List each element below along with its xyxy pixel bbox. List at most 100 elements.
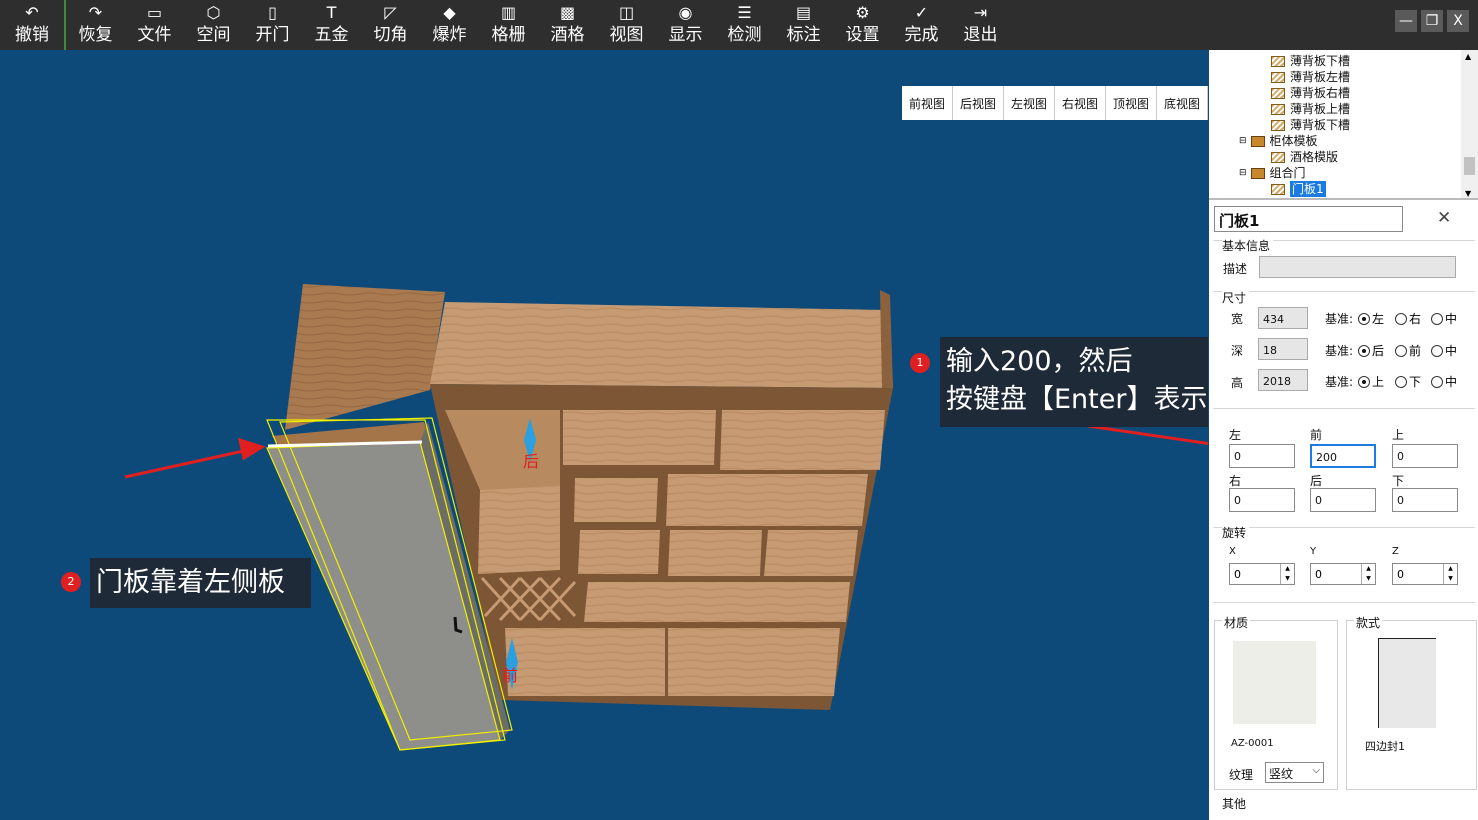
hardware-button[interactable]: T 五金 <box>302 0 361 50</box>
finish-button[interactable]: ✓ 完成 <box>892 0 951 50</box>
redo-label: 恢复 <box>78 25 113 45</box>
explode-button[interactable]: ◆ 爆炸 <box>420 0 479 50</box>
tree-item-folder[interactable]: ⊟ 柜体模板 <box>1239 133 1318 149</box>
close-icon[interactable]: ✕ <box>1437 208 1451 228</box>
tree-scrollbar[interactable]: ▲ ▼ <box>1461 50 1478 198</box>
tree-item-selected[interactable]: 门板1 <box>1271 181 1326 197</box>
offset-front-label: 前 <box>1310 428 1323 442</box>
undo-icon: ↶ <box>25 3 39 22</box>
width-field[interactable]: 434 <box>1258 307 1308 329</box>
rotate-z-field[interactable]: 0 ▲ ▼ <box>1392 563 1458 585</box>
spin-arrows-icon[interactable]: ▲ ▼ <box>1443 564 1457 584</box>
tree-item[interactable]: 薄背板下槽 <box>1271 53 1350 69</box>
exit-button[interactable]: ⇥ 退出 <box>951 0 1010 50</box>
open-door-label: 开门 <box>255 25 290 45</box>
minimize-button[interactable]: — <box>1395 10 1417 32</box>
depth-ref-back-radio[interactable]: 后 <box>1358 342 1384 359</box>
tree-item-label: 组合门 <box>1269 166 1306 180</box>
tree-item[interactable]: 薄背板左槽 <box>1271 69 1350 85</box>
depth-field[interactable]: 18 <box>1258 338 1308 360</box>
radio-icon <box>1431 344 1443 357</box>
tree-scroll-thumb[interactable] <box>1464 157 1475 175</box>
spin-arrows-icon[interactable]: ▲ ▼ <box>1361 564 1375 584</box>
chevron-down-icon: ⌵ <box>1312 765 1320 776</box>
check-button[interactable]: ☰ 检测 <box>715 0 774 50</box>
desc-field[interactable] <box>1259 256 1456 278</box>
width-ref-label: 基准: <box>1325 312 1354 326</box>
rotate-x-field[interactable]: 0 ▲ ▼ <box>1229 563 1295 585</box>
component-tree[interactable]: 薄背板下槽 薄背板左槽 薄背板右槽 薄背板上槽 薄背板下槽 ⊟ 柜体模板 酒格模版… <box>1209 50 1478 200</box>
offset-top-field[interactable]: 0 <box>1392 444 1458 468</box>
settings-button[interactable]: ⚙ 设置 <box>833 0 892 50</box>
wine-rack-icon: ▩ <box>559 3 576 22</box>
display-button[interactable]: ◉ 显示 <box>656 0 715 50</box>
close-window-button[interactable]: X <box>1447 10 1469 32</box>
hardware-icon: T <box>326 3 337 22</box>
height-field[interactable]: 2018 <box>1258 369 1308 391</box>
tree-item-folder[interactable]: ⊟ 组合门 <box>1239 165 1306 181</box>
scroll-down-icon[interactable]: ▼ <box>1465 189 1471 198</box>
depth-ref-front-radio[interactable]: 前 <box>1395 342 1421 359</box>
view-icon: ◫ <box>618 3 635 22</box>
height-label: 高 <box>1231 376 1244 390</box>
tree-item[interactable]: 薄背板上槽 <box>1271 101 1350 117</box>
instruction-callout-1: 输入200，然后 按键盘【Enter】表示确定 <box>940 337 1208 427</box>
wine-rack-label: 酒格 <box>550 25 585 45</box>
radio-label: 前 <box>1409 344 1422 358</box>
tree-item-label: 薄背板左槽 <box>1290 70 1351 84</box>
offset-left-label: 左 <box>1229 428 1242 442</box>
grille-button[interactable]: ▥ 格栅 <box>479 0 538 50</box>
tree-item[interactable]: 酒格模版 <box>1271 149 1338 165</box>
grille-icon: ▥ <box>500 3 517 22</box>
callout-2-text: 门板靠着左侧板 <box>96 567 285 598</box>
tree-item[interactable]: 薄背板右槽 <box>1271 85 1350 101</box>
offset-left-field[interactable]: 0 <box>1229 444 1295 468</box>
chamfer-button[interactable]: ◸ 切角 <box>361 0 420 50</box>
size-title: 尺寸 <box>1222 289 1250 306</box>
undo-button[interactable]: ↶ 撤销 <box>0 0 66 50</box>
texture-select[interactable]: 竖纹 ⌵ <box>1265 762 1324 783</box>
rotate-title: 旋转 <box>1222 524 1250 541</box>
offset-back-field[interactable]: 0 <box>1310 488 1376 512</box>
rotate-z-value: 0 <box>1397 568 1404 581</box>
texture-value: 竖纹 <box>1269 767 1294 781</box>
back-direction-label: 后 <box>523 452 540 471</box>
rotate-y-field[interactable]: 0 ▲ ▼ <box>1310 563 1376 585</box>
tree-item[interactable]: 薄背板下槽 <box>1271 117 1350 133</box>
view-button[interactable]: ◫ 视图 <box>597 0 656 50</box>
cabinet-model[interactable] <box>0 50 1208 820</box>
collapse-icon[interactable]: ⊟ <box>1239 165 1247 181</box>
restore-button[interactable]: ❐ <box>1421 10 1443 32</box>
redo-button[interactable]: ↷ 恢复 <box>66 0 125 50</box>
offset-right-field[interactable]: 0 <box>1229 488 1295 512</box>
offset-bottom-field[interactable]: 0 <box>1392 488 1458 512</box>
other-title: 其他 <box>1222 797 1247 811</box>
cabinet-cell <box>666 474 868 526</box>
annotate-button[interactable]: ▤ 标注 <box>774 0 833 50</box>
file-button[interactable]: ▭ 文件 <box>125 0 184 50</box>
hardware-label: 五金 <box>314 25 349 45</box>
offset-front-field[interactable]: 200 <box>1310 444 1376 468</box>
check-label: 检测 <box>727 25 762 45</box>
collapse-icon[interactable]: ⊟ <box>1239 133 1247 149</box>
material-swatch[interactable] <box>1233 641 1316 724</box>
3d-viewport[interactable]: 前视图 后视图 左视图 右视图 顶视图 底视图 后 前 1 输入200，然后 按… <box>0 50 1208 820</box>
height-ref-top-radio[interactable]: 上 <box>1358 373 1384 390</box>
height-ref-center-radio[interactable]: 中 <box>1431 373 1457 390</box>
component-name-field[interactable]: 门板1 <box>1214 206 1403 232</box>
width-ref-left-radio[interactable]: 左 <box>1358 310 1384 327</box>
cabinet-cell <box>720 410 885 470</box>
scroll-up-icon[interactable]: ▲ <box>1465 52 1471 61</box>
wine-rack-button[interactable]: ▩ 酒格 <box>538 0 597 50</box>
offset-top-label: 上 <box>1392 428 1405 442</box>
space-button[interactable]: ⬡ 空间 <box>184 0 243 50</box>
redo-icon: ↷ <box>88 3 103 22</box>
spin-arrows-icon[interactable]: ▲ ▼ <box>1280 564 1294 584</box>
width-ref-center-radio[interactable]: 中 <box>1431 310 1457 327</box>
style-swatch[interactable] <box>1378 638 1436 728</box>
depth-ref-center-radio[interactable]: 中 <box>1431 342 1457 359</box>
width-ref-right-radio[interactable]: 右 <box>1395 310 1421 327</box>
height-ref-bottom-radio[interactable]: 下 <box>1395 373 1421 390</box>
space-label: 空间 <box>196 25 231 45</box>
open-door-button[interactable]: ▯ 开门 <box>243 0 302 50</box>
